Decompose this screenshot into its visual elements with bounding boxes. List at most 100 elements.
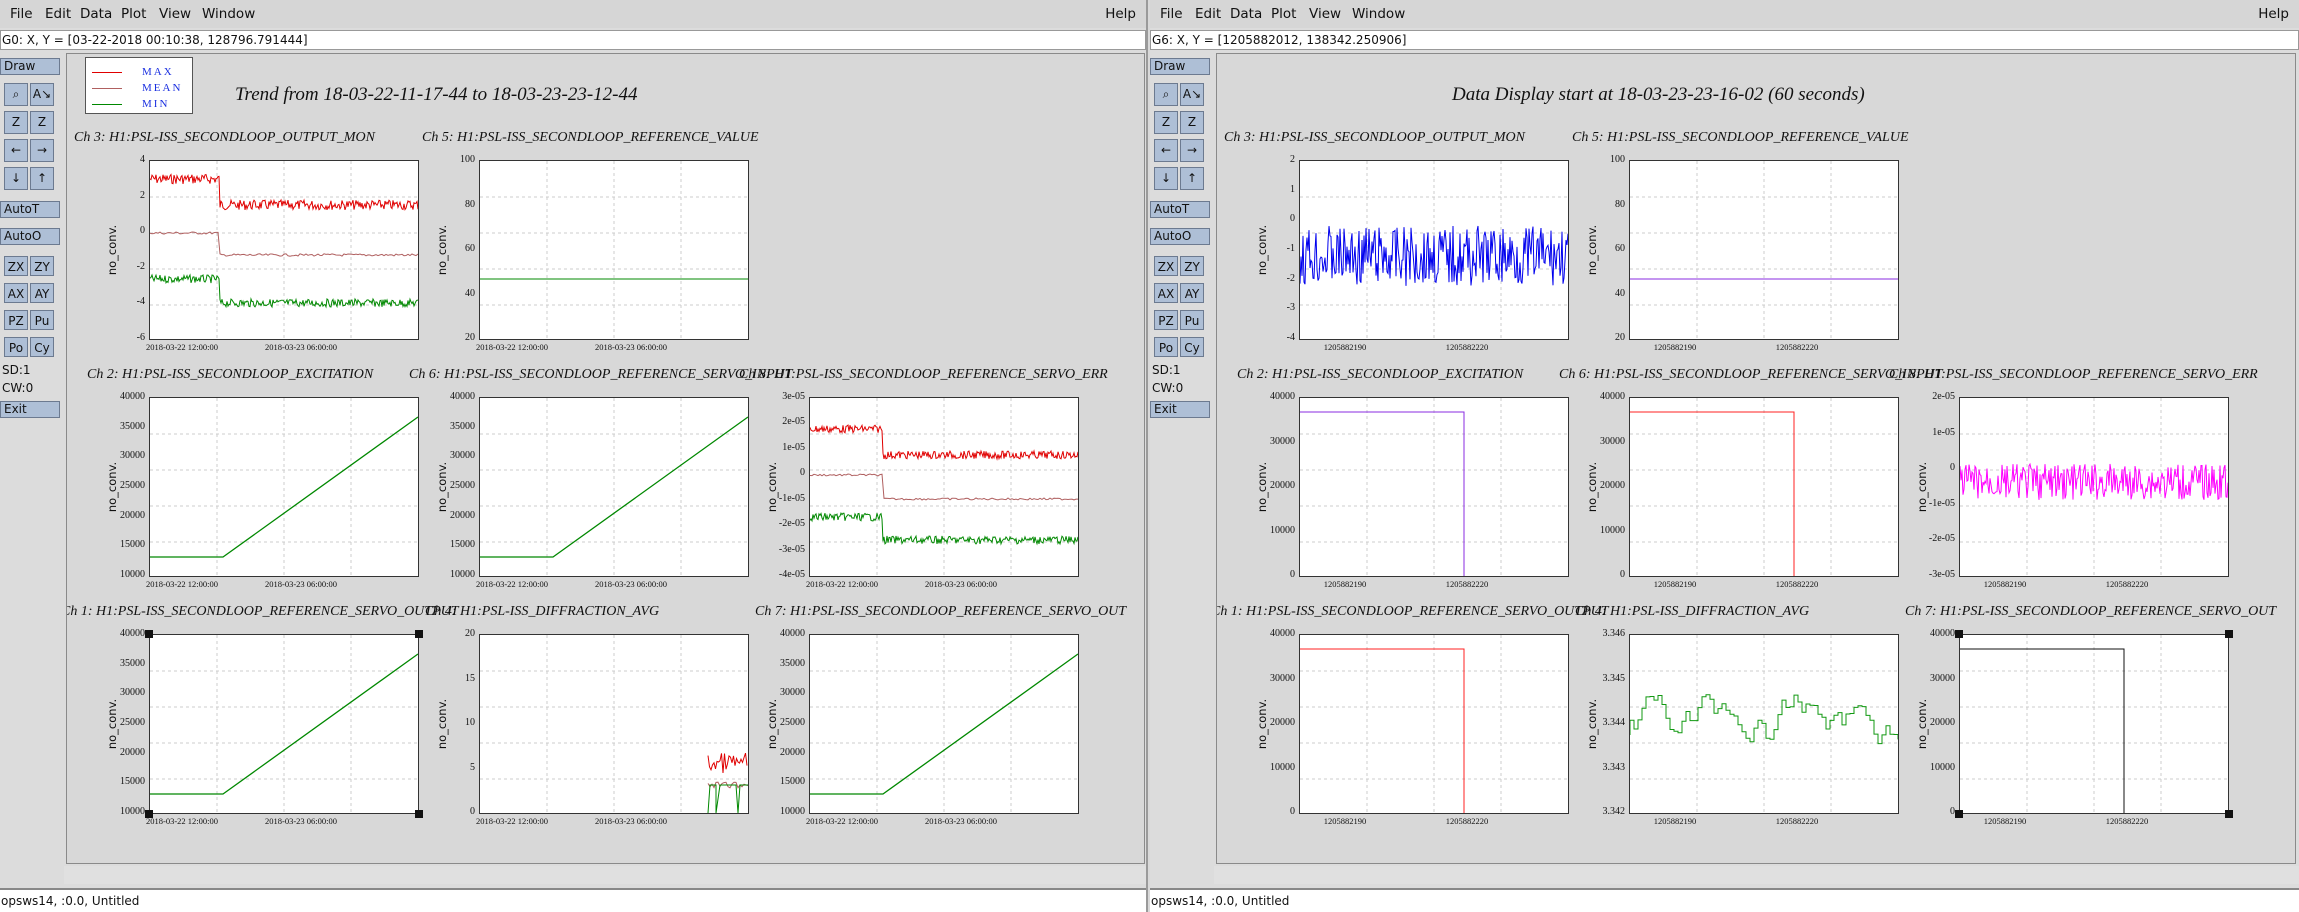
y-tick-label: 30000 [1600,435,1625,447]
autoT-button[interactable]: AutoT [0,201,60,218]
plot-title: Ch 4: H1:PSL-ISS_DIFFRACTION_AVG [425,604,660,619]
plot-area[interactable] [149,634,419,814]
plot-graph [1300,161,1568,339]
plot-canvas[interactable]: MAX MEAN MIN Trend from 18-03-22-11-17-4… [66,53,1145,864]
y-tick-label: 40000 [120,391,145,402]
autoscale-x-button[interactable]: AX [1154,283,1178,303]
selection-handle[interactable] [415,630,423,638]
pz-button[interactable]: PZ [1154,310,1178,330]
zoom-x-button[interactable]: ZX [1154,256,1178,276]
pan-right-button[interactable]: → [1180,139,1204,162]
pan-up-button[interactable]: ↑ [30,167,54,190]
plot-area[interactable] [479,160,749,340]
plot-area[interactable] [1299,634,1569,814]
menu-edit[interactable]: Edit [1195,6,1221,22]
plot-area[interactable] [1629,160,1899,340]
zoom-y-button[interactable]: ZY [1180,256,1204,276]
x-tick-label: 2018-03-23 06:00:00 [924,579,997,589]
exit-button[interactable]: Exit [0,401,60,418]
autoscale-y-button[interactable]: AY [1180,283,1204,303]
exit-button[interactable]: Exit [1150,401,1210,418]
pan-right-button[interactable]: → [30,139,54,162]
menu-data[interactable]: Data [80,6,112,22]
y-tick-label: 40000 [120,628,145,639]
plot-area[interactable] [809,634,1079,814]
pan-up-button[interactable]: ↑ [1180,167,1204,190]
selection-handle[interactable] [145,630,153,638]
y-tick-label: 2 [1290,154,1295,165]
menu-plot[interactable]: Plot [121,6,146,22]
selection-handle[interactable] [1955,630,1963,638]
pu-button[interactable]: Pu [30,310,54,330]
plot-area[interactable] [1959,634,2229,814]
zoom-in-button[interactable]: Z [1154,111,1178,134]
zoom-x-button[interactable]: ZX [4,256,28,276]
zoom-in-button[interactable]: Z [4,111,28,134]
plot-area[interactable] [1629,634,1899,814]
pan-down-button[interactable]: ↓ [1154,167,1178,190]
y-tick-label: 20000 [1270,717,1295,728]
selection-handle[interactable] [415,810,423,818]
autoscale-x-button[interactable]: AX [4,283,28,303]
pan-down-button[interactable]: ↓ [4,167,28,190]
y-tick-label: 20000 [1930,717,1955,728]
plot-title: Ch 3: H1:PSL-ISS_SECONDLOOP_OUTPUT_MON [1224,130,1526,145]
coordinate-readout: G0: X, Y = [03-22-2018 00:10:38, 128796.… [0,30,1146,50]
plot-title: Ch 5: H1:PSL-ISS_SECONDLOOP_REFERENCE_VA… [1572,130,1909,145]
draw-button[interactable]: Draw [1150,58,1210,75]
menu-window[interactable]: Window [202,6,255,22]
po-button[interactable]: Po [1154,337,1178,357]
plot-area[interactable] [1629,397,1899,577]
pan-left-button[interactable]: ← [1154,139,1178,162]
dataviewer-window-realtime: File Edit Data Plot View Window Help G6:… [1150,0,2299,912]
cy-button[interactable]: Cy [30,337,54,357]
min-trace [707,784,748,813]
menu-file[interactable]: File [10,6,33,22]
autoO-button[interactable]: AutoO [0,228,60,245]
zoom-out-button[interactable]: Z [30,111,54,134]
menu-data[interactable]: Data [1230,6,1262,22]
plot-area[interactable] [479,397,749,577]
autoO-button[interactable]: AutoO [1150,228,1210,245]
plot-area[interactable] [1299,397,1569,577]
autoscale-y-button[interactable]: AY [30,283,54,303]
selection-handle[interactable] [2225,810,2233,818]
menu-file[interactable]: File [1160,6,1183,22]
menu-window[interactable]: Window [1352,6,1405,22]
menu-edit[interactable]: Edit [45,6,71,22]
x-tick-label: 2018-03-23 06:00:00 [924,816,997,826]
plot-area[interactable] [1959,397,2229,577]
y-tick-label: 0 [800,467,805,479]
zoom-y-button[interactable]: ZY [30,256,54,276]
menu-view[interactable]: View [1309,6,1341,22]
cy-button[interactable]: Cy [1180,337,1204,357]
plot-canvas[interactable]: Data Display start at 18-03-23-23-16-02 … [1216,53,2296,864]
selection-handle[interactable] [2225,630,2233,638]
zoom-out-button[interactable]: Z [1180,111,1204,134]
menu-help[interactable]: Help [2258,6,2289,22]
menu-help[interactable]: Help [1105,6,1136,22]
po-button[interactable]: Po [4,337,28,357]
autoT-button[interactable]: AutoT [1150,201,1210,218]
plot-area[interactable] [149,160,419,340]
zoom-icon-button[interactable]: ⌕ [1154,83,1178,106]
menu-plot[interactable]: Plot [1271,6,1296,22]
y-tick-label: 40000 [1270,391,1295,402]
plot-area[interactable] [1299,160,1569,340]
legend-max-label: MAX [142,66,174,78]
autoscale-icon-button[interactable]: A↘ [30,83,54,106]
y-tick-label: 20000 [1600,480,1625,491]
zoom-icon-button[interactable]: ⌕ [4,83,28,106]
pu-button[interactable]: Pu [1180,310,1204,330]
pan-left-button[interactable]: ← [4,139,28,162]
y-tick-label: 35000 [120,657,145,669]
plot-area[interactable] [149,397,419,577]
menu-view[interactable]: View [159,6,191,22]
draw-button[interactable]: Draw [0,58,60,75]
plot-area[interactable] [809,397,1079,577]
y-tick-label: 10000 [1270,761,1295,773]
plot-area[interactable] [479,634,749,814]
pz-button[interactable]: PZ [4,310,28,330]
autoscale-icon-button[interactable]: A↘ [1180,83,1204,106]
legend-max-swatch [92,72,122,73]
